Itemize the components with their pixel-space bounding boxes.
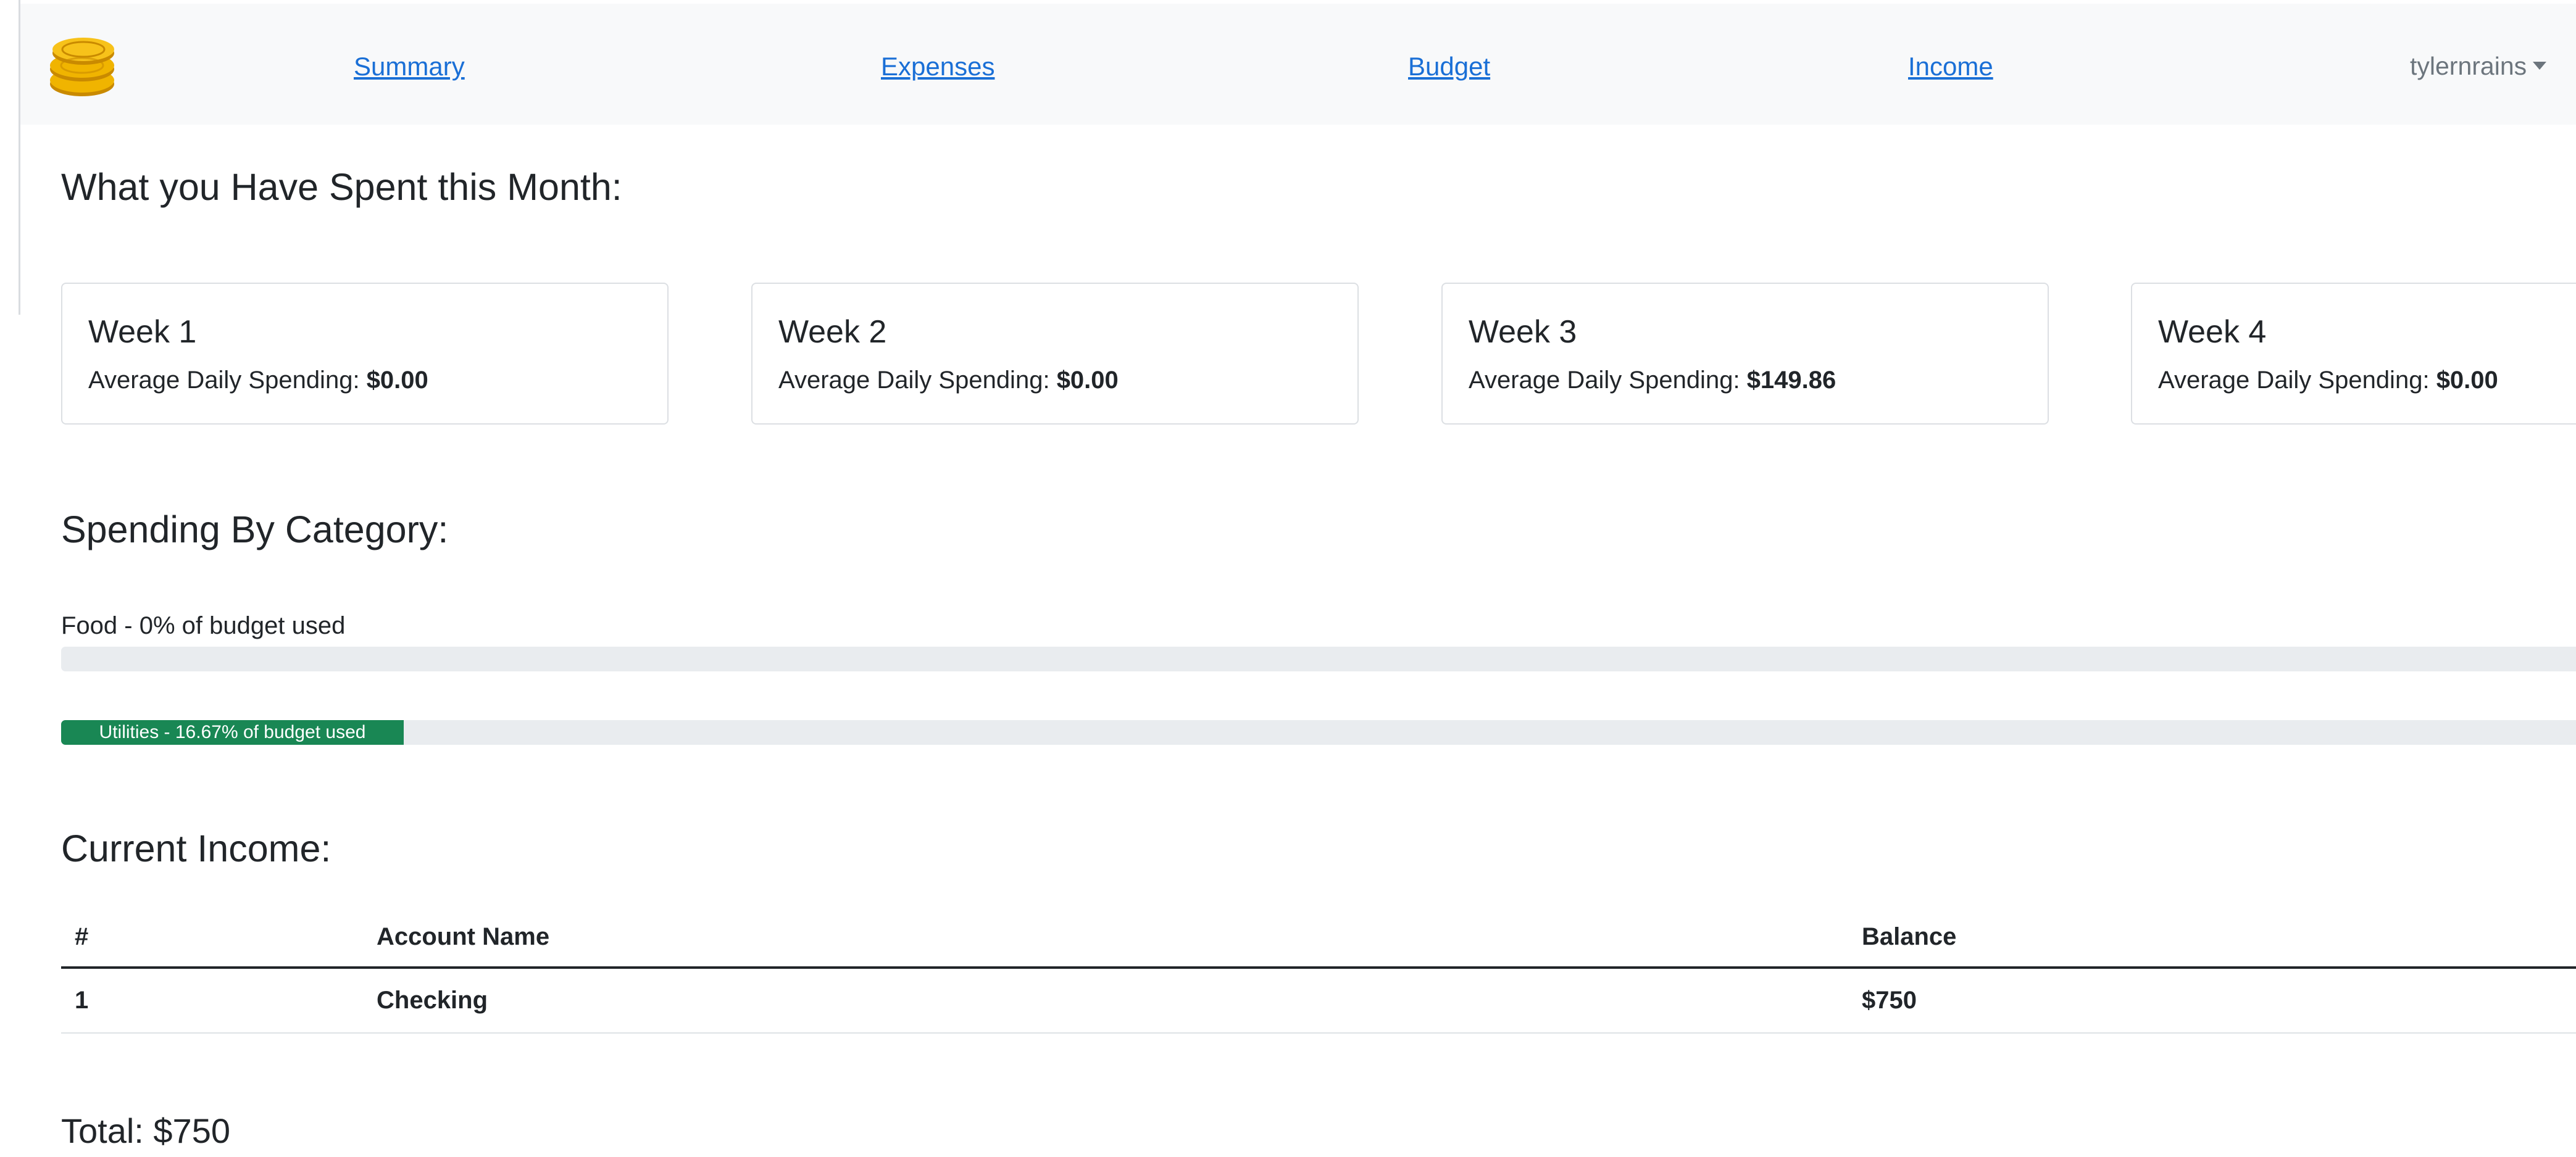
average-amount: $0.00 xyxy=(366,367,428,394)
column-header: # xyxy=(61,907,363,969)
nav-summary-link[interactable]: Summary xyxy=(354,52,465,81)
average-label: Average Daily Spending: xyxy=(1469,367,1740,394)
week-title: Week 1 xyxy=(88,314,197,350)
weekly-heading: What you Have Spent this Month: xyxy=(61,166,622,208)
income-total: Total: $750 xyxy=(61,1111,230,1150)
week-card: Week 4 Average Daily Spending: $0.00 xyxy=(2131,283,2576,425)
nav-budget-link[interactable]: Budget xyxy=(1408,52,1490,81)
utilities-progress-fill: Utilities - 16.67% of budget used xyxy=(61,720,404,745)
category-heading: Spending By Category: xyxy=(61,508,449,550)
column-header: Balance xyxy=(1848,907,2576,969)
week-card: Week 3 Average Daily Spending: $149.86 xyxy=(1441,283,2049,425)
page: Summary Expenses Budget Income tylernrai… xyxy=(0,0,2576,1157)
week-card: Week 2 Average Daily Spending: $0.00 xyxy=(751,283,1359,425)
coin-stack-icon[interactable] xyxy=(46,32,120,100)
account-balance: $750 xyxy=(1848,968,2576,1034)
week-average: Average Daily Spending: $0.00 xyxy=(778,367,1119,394)
row-number: 1 xyxy=(61,968,363,1034)
food-category-label: Food - 0% of budget used xyxy=(61,612,346,639)
average-label: Average Daily Spending: xyxy=(2158,367,2430,394)
account-name: Checking xyxy=(363,968,1848,1034)
week-average: Average Daily Spending: $149.86 xyxy=(1469,367,1836,394)
week-average: Average Daily Spending: $0.00 xyxy=(88,367,428,394)
table-row: 1 Checking $750 xyxy=(61,968,2576,1034)
table-header-row: # Account Name Balance xyxy=(61,907,2576,969)
utilities-progress-bar: Utilities - 16.67% of budget used xyxy=(61,720,2576,745)
nav-income-link[interactable]: Income xyxy=(1908,52,1993,81)
username: tylernrains xyxy=(2410,52,2527,80)
average-amount: $149.86 xyxy=(1746,367,1836,394)
nav-expenses-link[interactable]: Expenses xyxy=(881,52,994,81)
utilities-progress-label: Utilities - 16.67% of budget used xyxy=(99,722,366,742)
average-label: Average Daily Spending: xyxy=(778,367,1050,394)
average-amount: $0.00 xyxy=(1056,367,1119,394)
column-header: Account Name xyxy=(363,907,1848,969)
user-menu-toggle[interactable]: tylernrains xyxy=(2410,52,2547,81)
week-title: Week 4 xyxy=(2158,314,2267,350)
caret-down-icon xyxy=(2533,61,2547,70)
food-progress-bar xyxy=(61,647,2576,671)
week-card: Week 1 Average Daily Spending: $0.00 xyxy=(61,283,669,425)
income-table: # Account Name Balance 1 Checking $750 xyxy=(61,907,2576,1034)
average-amount: $0.00 xyxy=(2436,367,2498,394)
week-average: Average Daily Spending: $0.00 xyxy=(2158,367,2498,394)
navbar: Summary Expenses Budget Income tylernrai… xyxy=(20,4,2576,125)
average-label: Average Daily Spending: xyxy=(88,367,360,394)
week-title: Week 2 xyxy=(778,314,887,350)
income-heading: Current Income: xyxy=(61,827,331,869)
week-title: Week 3 xyxy=(1469,314,1577,350)
